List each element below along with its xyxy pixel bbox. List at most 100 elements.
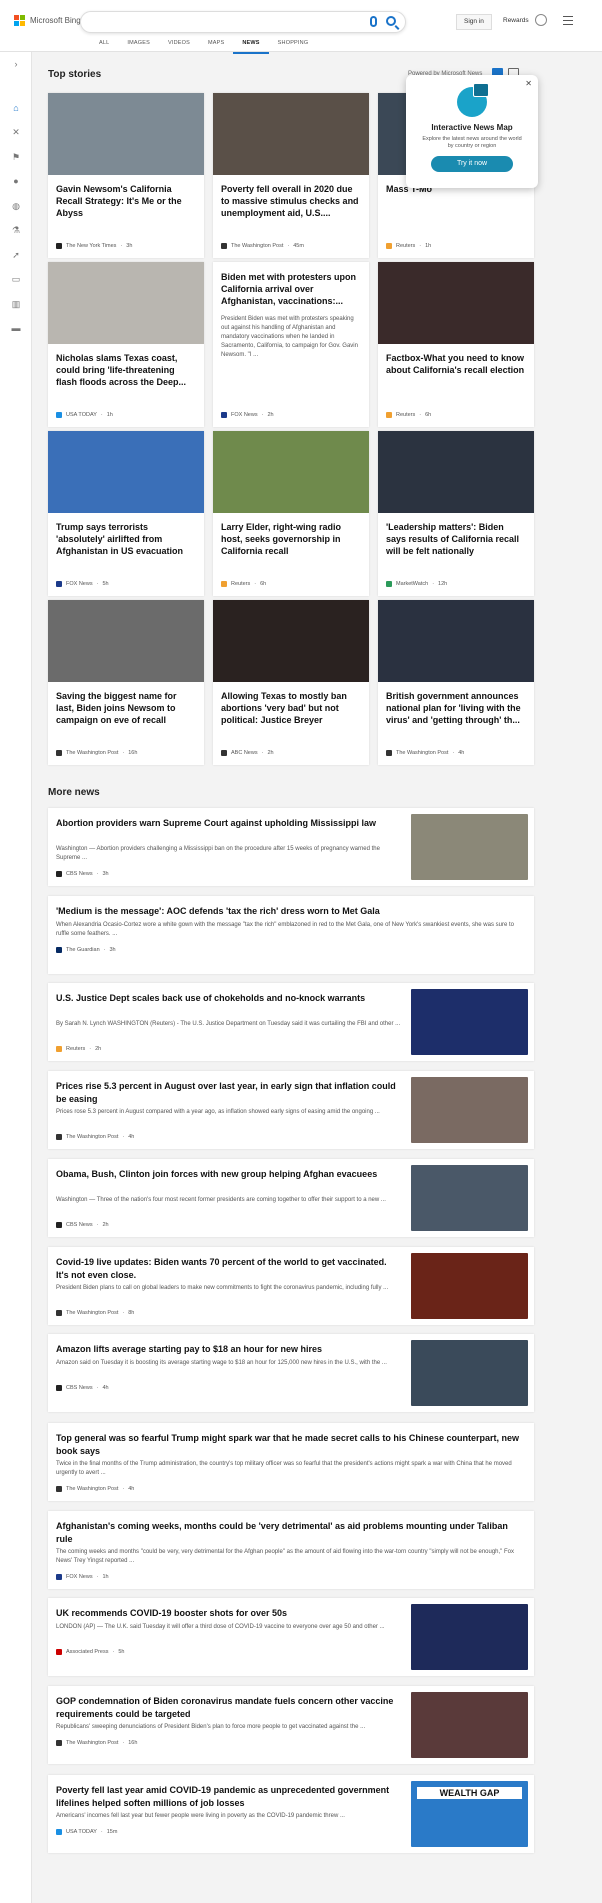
news-item[interactable]: UK recommends COVID-19 booster shots for… — [48, 1598, 534, 1676]
science-icon[interactable]: ⚗ — [11, 225, 21, 235]
tools-icon[interactable]: ✕ — [11, 127, 21, 137]
story-title[interactable]: Factbox-What you need to know about Cali… — [378, 344, 534, 376]
bank-icon[interactable]: ▥ — [11, 299, 21, 309]
search-input[interactable] — [80, 11, 406, 33]
story-title[interactable]: Allowing Texas to mostly ban abortions '… — [213, 682, 369, 726]
news-thumbnail[interactable] — [411, 989, 528, 1055]
news-title[interactable]: Poverty fell last year amid COVID-19 pan… — [56, 1784, 401, 1809]
rewards-trophy-icon[interactable] — [535, 14, 547, 26]
news-source[interactable]: The Washington Post · 8h — [56, 1310, 134, 1316]
story-source[interactable]: MarketWatch · 12h — [386, 581, 447, 587]
story-source[interactable]: Reuters · 6h — [386, 412, 431, 418]
news-title[interactable]: 'Medium is the message': AOC defends 'ta… — [56, 905, 524, 918]
globe-icon[interactable]: ◍ — [11, 201, 21, 211]
news-source[interactable]: Associated Press · 5h — [56, 1649, 124, 1655]
news-title[interactable]: Covid-19 live updates: Biden wants 70 pe… — [56, 1256, 401, 1281]
story-title[interactable]: Nicholas slams Texas coast, could bring … — [48, 344, 204, 388]
news-thumbnail[interactable]: WEALTH GAP — [411, 1781, 528, 1847]
news-title[interactable]: Abortion providers warn Supreme Court ag… — [56, 817, 401, 830]
news-thumbnail[interactable] — [411, 1253, 528, 1319]
news-item[interactable]: Covid-19 live updates: Biden wants 70 pe… — [48, 1247, 534, 1325]
story-image[interactable] — [378, 431, 534, 513]
news-item[interactable]: 'Medium is the message': AOC defends 'ta… — [48, 896, 534, 974]
news-source[interactable]: USA TODAY · 15m — [56, 1829, 117, 1835]
story-source[interactable]: FOX News · 2h — [221, 412, 274, 418]
news-thumbnail[interactable] — [411, 1165, 528, 1231]
news-source[interactable]: The Washington Post · 4h — [56, 1486, 134, 1492]
story-source[interactable]: The New York Times · 3h — [56, 243, 132, 249]
story-card[interactable]: 'Leadership matters': Biden says results… — [378, 431, 534, 596]
story-card[interactable]: Gavin Newsom's California Recall Strateg… — [48, 93, 204, 258]
news-item[interactable]: Afghanistan's coming weeks, months could… — [48, 1511, 534, 1589]
story-image[interactable] — [48, 600, 204, 682]
news-source[interactable]: CBS News · 2h — [56, 1222, 109, 1228]
story-source[interactable]: The Washington Post · 16h — [56, 750, 137, 756]
news-source[interactable]: FOX News · 1h — [56, 1574, 109, 1580]
news-item[interactable]: Obama, Bush, Clinton join forces with ne… — [48, 1159, 534, 1237]
news-thumbnail[interactable] — [411, 814, 528, 880]
news-item[interactable]: Abortion providers warn Supreme Court ag… — [48, 808, 534, 886]
news-title[interactable]: Prices rise 5.3 percent in August over l… — [56, 1080, 401, 1105]
news-title[interactable]: UK recommends COVID-19 booster shots for… — [56, 1607, 401, 1620]
story-image[interactable] — [378, 262, 534, 344]
story-title[interactable]: Poverty fell overall in 2020 due to mass… — [213, 175, 369, 219]
news-source[interactable]: The Guardian · 3h — [56, 947, 116, 953]
news-source[interactable]: Reuters · 2h — [56, 1046, 101, 1052]
card-icon[interactable]: ▬ — [11, 323, 21, 333]
story-image[interactable] — [48, 431, 204, 513]
news-title[interactable]: GOP condemnation of Biden coronavirus ma… — [56, 1695, 401, 1720]
hamburger-menu-icon[interactable] — [563, 16, 573, 28]
news-source[interactable]: The Washington Post · 4h — [56, 1134, 134, 1140]
tab-videos[interactable]: VIDEOS — [159, 39, 199, 54]
news-thumbnail[interactable] — [411, 1604, 528, 1670]
microphone-icon[interactable] — [370, 16, 377, 27]
news-item[interactable]: GOP condemnation of Biden coronavirus ma… — [48, 1686, 534, 1764]
close-icon[interactable]: ✕ — [525, 79, 532, 88]
news-title[interactable]: Obama, Bush, Clinton join forces with ne… — [56, 1168, 401, 1181]
news-thumbnail[interactable] — [411, 1077, 528, 1143]
news-item[interactable]: U.S. Justice Dept scales back use of cho… — [48, 983, 534, 1061]
expand-icon[interactable]: › — [11, 59, 21, 69]
news-title[interactable]: Afghanistan's coming weeks, months could… — [56, 1520, 524, 1545]
story-title[interactable]: Gavin Newsom's California Recall Strateg… — [48, 175, 204, 219]
story-title[interactable]: Biden met with protesters upon Californi… — [213, 262, 369, 307]
story-card[interactable]: Saving the biggest name for last, Biden … — [48, 600, 204, 765]
film-icon[interactable]: ▭ — [11, 274, 21, 284]
story-source[interactable]: ABC News · 2h — [221, 750, 274, 756]
flag-icon[interactable]: ⚑ — [11, 152, 21, 162]
story-card[interactable]: Factbox-What you need to know about Cali… — [378, 262, 534, 427]
news-source[interactable]: The Washington Post · 16h — [56, 1740, 137, 1746]
home-icon[interactable]: ⌂ — [11, 103, 21, 113]
news-source[interactable]: CBS News · 3h — [56, 871, 109, 877]
tab-shopping[interactable]: SHOPPING — [269, 39, 318, 54]
bing-logo[interactable]: Microsoft Bing — [14, 15, 81, 26]
story-image[interactable] — [213, 93, 369, 175]
story-source[interactable]: The Washington Post · 45m — [221, 243, 304, 249]
story-card[interactable]: Trump says terrorists 'absolutely' airli… — [48, 431, 204, 596]
story-card[interactable]: Allowing Texas to mostly ban abortions '… — [213, 600, 369, 765]
tab-maps[interactable]: MAPS — [199, 39, 233, 54]
tab-all[interactable]: ALL — [90, 39, 118, 54]
story-source[interactable]: FOX News · 5h — [56, 581, 109, 587]
news-source[interactable]: CBS News · 4h — [56, 1385, 109, 1391]
story-card[interactable]: Larry Elder, right-wing radio host, seek… — [213, 431, 369, 596]
story-card[interactable]: Nicholas slams Texas coast, could bring … — [48, 262, 204, 427]
story-image[interactable] — [213, 600, 369, 682]
tab-images[interactable]: IMAGES — [118, 39, 159, 54]
tab-news[interactable]: NEWS — [233, 39, 269, 54]
news-item[interactable]: Top general was so fearful Trump might s… — [48, 1423, 534, 1501]
try-it-now-button[interactable]: Try it now — [431, 156, 513, 172]
story-source[interactable]: Reuters · 1h — [386, 243, 431, 249]
news-item[interactable]: Amazon lifts average starting pay to $18… — [48, 1334, 534, 1412]
story-title[interactable]: Saving the biggest name for last, Biden … — [48, 682, 204, 726]
story-title[interactable]: Trump says terrorists 'absolutely' airli… — [48, 513, 204, 557]
story-title[interactable]: British government announces national pl… — [378, 682, 534, 726]
news-thumbnail[interactable] — [411, 1340, 528, 1406]
rewards-link[interactable]: Rewards — [503, 17, 529, 24]
story-title[interactable]: 'Leadership matters': Biden says results… — [378, 513, 534, 557]
story-card[interactable]: Biden met with protesters upon Californi… — [213, 262, 369, 427]
news-item[interactable]: Poverty fell last year amid COVID-19 pan… — [48, 1775, 534, 1853]
story-card[interactable]: British government announces national pl… — [378, 600, 534, 765]
story-image[interactable] — [48, 93, 204, 175]
rocket-icon[interactable]: ➚ — [11, 250, 21, 260]
